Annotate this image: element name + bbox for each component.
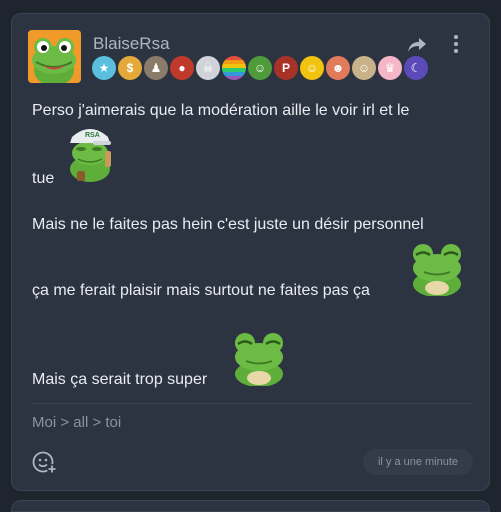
divider xyxy=(32,403,472,404)
face-badge-icon[interactable]: ☻ xyxy=(326,56,350,80)
post-line-5: Mais ça serait trop super xyxy=(32,371,208,388)
share-arrow-icon[interactable] xyxy=(406,36,428,54)
frog-smug-emote-icon xyxy=(413,244,461,296)
moon-badge-icon[interactable]: ☾ xyxy=(404,56,428,80)
p-badge-icon[interactable]: P xyxy=(274,56,298,80)
post-line-3: Mais ne le faites pas hein c'est juste u… xyxy=(32,216,424,233)
timestamp: il y a une minute xyxy=(363,449,473,475)
frog-cap-emote-icon: RSA xyxy=(70,129,111,182)
username[interactable]: BlaiseRsa xyxy=(93,34,170,54)
breadcrumb[interactable]: Moi > all > toi xyxy=(32,414,121,431)
stars-badge-icon[interactable]: ★ xyxy=(92,56,116,80)
mushroom-badge-icon[interactable]: ● xyxy=(170,56,194,80)
emoji-badge-icon[interactable]: ☺ xyxy=(300,56,324,80)
post-line-1: Perso j'aimerais que la modération aille… xyxy=(32,102,410,119)
frog-cap-text: RSA xyxy=(85,132,100,139)
rainbow-badge-icon[interactable] xyxy=(222,56,246,80)
coin-badge-icon[interactable]: $ xyxy=(118,56,142,80)
avatar[interactable] xyxy=(28,30,81,83)
post-line-4: ça me ferait plaisir mais surtout ne fai… xyxy=(32,282,370,299)
more-vertical-icon[interactable] xyxy=(452,34,460,54)
princess-badge-icon[interactable]: ♛ xyxy=(378,56,402,80)
frog-happy-emote-icon xyxy=(235,333,283,386)
skull-badge-icon[interactable]: ☠ xyxy=(196,56,220,80)
next-post-card xyxy=(11,500,490,512)
frog-badge-icon[interactable]: ☺ xyxy=(248,56,272,80)
frog-avatar-icon xyxy=(28,30,81,83)
post-line-2: tue xyxy=(32,170,55,187)
hat-badge-icon[interactable]: ♟ xyxy=(144,56,168,80)
badge-row: ★ $ ♟ ● ☠ ☺ P ☺ ☻ ☺ ♛ ☾ xyxy=(92,56,428,80)
cat-badge-icon[interactable]: ☺ xyxy=(352,56,376,80)
add-reaction-icon[interactable] xyxy=(32,450,58,476)
post-card: BlaiseRsa ★ $ ♟ ● ☠ ☺ P ☺ ☻ ☺ ♛ ☾ Perso j'aimerais … xyxy=(11,13,490,491)
